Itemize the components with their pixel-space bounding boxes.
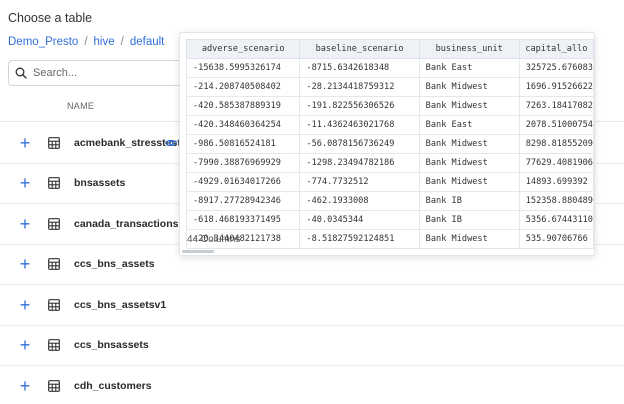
preview-cell: -462.1933008: [299, 191, 420, 211]
preview-row: -15638.5995326174 -8715.6342618348 Bank Ea…: [185, 58, 594, 78]
breadcrumb-separator: /: [120, 36, 124, 48]
preview-column-header: baseline_scenario: [299, 39, 420, 59]
preview-cell: -56.0878156736249: [299, 134, 420, 154]
table-grid-icon: [48, 258, 60, 271]
preview-cell: -28.2134418759312: [299, 77, 420, 97]
add-table-button[interactable]: +: [18, 296, 32, 314]
preview-row: -618.468193371495 -40.0345344 Bank IB 5356.…: [185, 210, 594, 230]
table-grid-icon: [48, 379, 60, 392]
preview-cell: -191.822556306526: [299, 96, 420, 116]
preview-cell: -1298.23494782186: [299, 153, 420, 173]
preview-cell: -15638.5995326174: [185, 58, 301, 78]
preview-cell: -420.585387889319: [185, 96, 301, 116]
table-name: ccs_bns_assets: [74, 258, 155, 271]
preview-cell: 325725.676083: [518, 58, 594, 78]
preview-cell: -7990.38876969929: [185, 153, 301, 173]
preview-cell: 14893.699392: [518, 172, 594, 192]
table-row[interactable]: + cdh_customers: [0, 366, 624, 404]
preview-cell: -420.348460364254: [185, 115, 301, 135]
preview-cell: Bank Midwest: [418, 153, 520, 173]
preview-cell: Bank IB: [418, 210, 520, 230]
preview-row: -214.208740508402 -28.2134418759312 Bank M…: [185, 77, 594, 97]
preview-row: -8917.27728942346 -462.1933008 Bank IB 1523…: [185, 191, 594, 211]
add-table-button[interactable]: +: [18, 174, 32, 192]
preview-cell: -40.0345344: [299, 210, 420, 230]
table-grid-icon: [48, 217, 60, 230]
preview-cell: Bank Midwest: [418, 96, 520, 116]
preview-cell: 77629.4081906: [518, 153, 594, 173]
preview-row: -4929.01634017266 -774.7732512 Bank Midwes…: [185, 172, 594, 192]
preview-cell: Bank Midwest: [418, 134, 520, 154]
add-table-button[interactable]: +: [18, 377, 32, 395]
preview-table: adverse_scenario baseline_scenario busines…: [185, 39, 594, 249]
preview-cell: 152358.880489: [518, 191, 594, 211]
column-header-name[interactable]: NAME: [67, 101, 94, 111]
search-icon: [15, 67, 27, 79]
preview-cell: 8298.81855209: [518, 134, 594, 154]
table-name: cdh_customers: [74, 379, 152, 392]
preview-row: -986.50816524181 -56.0878156736249 Bank Mi…: [185, 134, 594, 154]
add-table-button[interactable]: +: [18, 215, 32, 233]
preview-cell: -986.50816524181: [185, 134, 301, 154]
breadcrumb: Demo_Presto / hive / default: [8, 36, 164, 48]
breadcrumb-item-database[interactable]: default: [130, 36, 165, 48]
table-grid-icon: [48, 136, 60, 149]
preview-cell: 5356.67443110: [518, 210, 594, 230]
breadcrumb-separator: /: [84, 36, 88, 48]
add-table-button[interactable]: +: [18, 336, 32, 354]
table-row[interactable]: + ccs_bnsassets: [0, 326, 624, 366]
preview-cell: -4929.01634017266: [185, 172, 301, 192]
preview-cell: -618.468193371495: [185, 210, 301, 230]
column-count: 44 Columns: [187, 234, 241, 245]
preview-cell: -8715.6342618348: [299, 58, 420, 78]
preview-column-header: business_unit: [418, 39, 520, 59]
preview-cell: -8917.27728942346: [185, 191, 301, 211]
preview-row: -420.585387889319 -191.822556306526 Bank M…: [185, 96, 594, 116]
preview-cell: -11.4362463021768: [299, 115, 420, 135]
table-name: bnsassets: [74, 177, 126, 190]
preview-cell: Bank Midwest: [418, 172, 520, 192]
preview-cell: 1696.91526622: [518, 77, 594, 97]
preview-cell: 2078.51000754: [518, 115, 594, 135]
preview-cell: 7263.18417082: [518, 96, 594, 116]
table-row[interactable]: + ccs_bns_assetsv1: [0, 285, 624, 326]
table-name: ccs_bnsassets: [74, 339, 149, 352]
preview-cell: -774.7732512: [299, 172, 420, 192]
table-grid-icon: [48, 298, 60, 311]
preview-cell: Bank Midwest: [418, 229, 520, 249]
breadcrumb-item-schema[interactable]: hive: [94, 36, 115, 48]
preview-column-header: adverse_scenario: [185, 39, 301, 59]
preview-row: -20.3440482121738 -8.51827592124851 Bank M…: [185, 229, 594, 249]
preview-cell: Bank IB: [418, 191, 520, 211]
breadcrumb-item-catalog[interactable]: Demo_Presto: [8, 36, 78, 48]
preview-cell: Bank East: [418, 115, 520, 135]
horizontal-scrollbar[interactable]: [182, 250, 214, 253]
preview-row: -420.348460364254 -11.4362463021768 Bank E…: [185, 115, 594, 135]
preview-cell: -214.208740508402: [185, 77, 301, 97]
add-table-button[interactable]: +: [18, 134, 32, 152]
preview-cell: Bank Midwest: [418, 77, 520, 97]
preview-column-header: capital_allo: [518, 39, 594, 59]
preview-cell: 535.90706766: [518, 229, 594, 249]
table-grid-icon: [48, 177, 60, 190]
table-grid-icon: [48, 339, 60, 352]
preview-eye-icon[interactable]: [165, 137, 177, 149]
table-name: ccs_bns_assetsv1: [74, 298, 167, 311]
table-name: canada_transactions: [74, 217, 179, 230]
preview-row: -7990.38876969929 -1298.23494782186 Bank M…: [185, 153, 594, 173]
page-title: Choose a table: [8, 11, 93, 25]
preview-cell: Bank East: [418, 58, 520, 78]
table-preview-popover: adverse_scenario baseline_scenario busines…: [179, 32, 595, 256]
add-table-button[interactable]: +: [18, 255, 32, 273]
preview-cell: -8.51827592124851: [299, 229, 420, 249]
